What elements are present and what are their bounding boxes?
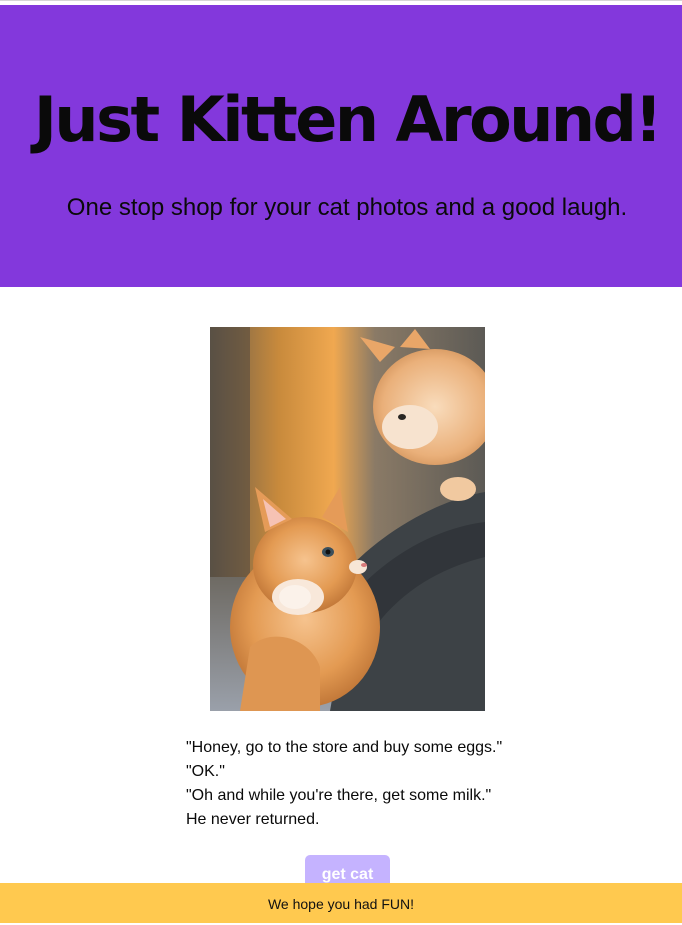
footer-banner: We hope you had FUN! (0, 883, 682, 923)
joke-line: He never returned. (186, 811, 320, 828)
footer-text: We hope you had FUN! (267, 896, 415, 912)
page-title: Just Kitten Around! (33, 83, 663, 156)
joke-line: "Honey, go to the store and buy some egg… (186, 739, 503, 756)
joke-line: "OK." (186, 763, 225, 780)
joke-line: "Oh and while you're there, get some mil… (186, 787, 492, 804)
joke-text: "Honey, go to the store and buy some egg… (186, 736, 566, 832)
cat-photo (210, 327, 485, 711)
hero-banner: Just Kitten Around! One stop shop for yo… (0, 5, 682, 287)
page-subtitle: One stop shop for your cat photos and a … (66, 194, 628, 221)
